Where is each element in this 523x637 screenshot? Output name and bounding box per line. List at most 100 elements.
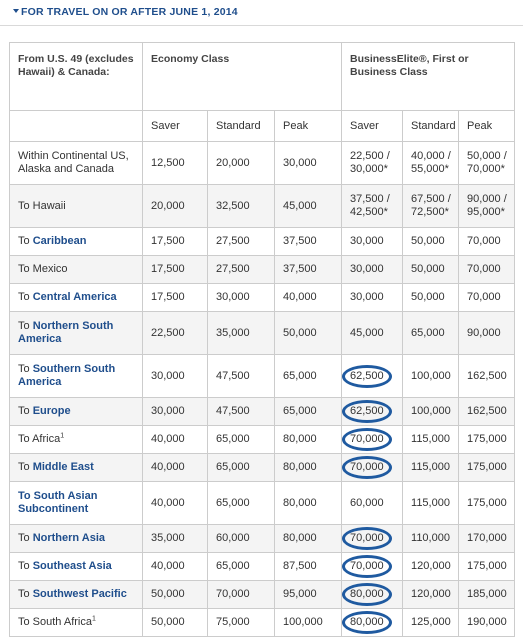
destination-cell: To Southeast Asia [9, 552, 143, 581]
mile-value: 50,000 [411, 263, 445, 275]
bus-standard-cell: 115,000 [402, 481, 460, 525]
destination-cell: To Southern South America [9, 354, 143, 398]
destination-link[interactable]: Caribbean [33, 235, 87, 247]
eco-saver-cell: 50,000 [142, 608, 208, 637]
bus-standard-cell: 50,000 [402, 227, 460, 256]
destination-label: Within Continental US, Alaska and Canada [18, 150, 129, 175]
destination-cell: To South Africa1 [9, 608, 143, 637]
sub-header: Saver [341, 110, 404, 142]
mile-value: 65,000 [411, 326, 445, 339]
destination-label: To [18, 588, 33, 600]
mile-value: 12,500 [151, 156, 185, 169]
mile-value: 65,000 [216, 461, 250, 473]
destination-cell: To Northern South America [9, 311, 143, 355]
eco-standard-cell: 60,000 [207, 524, 275, 553]
region-header: From U.S. 49 (excludes Hawaii) & Canada: [9, 42, 143, 111]
bus-peak-cell: 162,500 [458, 354, 516, 398]
mile-value: 35,000 [151, 532, 185, 544]
destination-link[interactable]: Northern Asia [33, 532, 105, 544]
bus-peak-cell: 170,000 [458, 524, 516, 553]
business-class-header: BusinessElite®, First or Business Class [341, 42, 516, 111]
bus-saver-cell: 70,000 [341, 552, 404, 581]
mile-value: 45,000 [283, 199, 317, 212]
mile-value: 37,500 [283, 263, 317, 275]
mile-value: 17,500 [151, 235, 185, 247]
destination-link[interactable]: Central America [33, 291, 117, 303]
mile-value: 175,000 [467, 496, 507, 509]
destination-link[interactable]: Southeast Asia [33, 560, 112, 572]
eco-standard-cell: 30,000 [207, 283, 275, 312]
mile-value: 80,000 [283, 532, 317, 544]
destination-link[interactable]: Middle East [33, 461, 94, 473]
table-row: Within Continental US, Alaska and Canada… [9, 141, 516, 185]
mile-value: 80,000 [283, 461, 317, 473]
mile-value: 27,500 [216, 235, 250, 247]
destination-link[interactable]: Europe [33, 405, 71, 417]
bus-peak-cell: 175,000 [458, 552, 516, 581]
mile-value: 60,000 [350, 496, 384, 509]
destination-label: To Africa [18, 433, 61, 445]
eco-standard-cell: 70,000 [207, 580, 275, 609]
mile-value: 65,000 [216, 496, 250, 509]
destination-cell: To Southwest Pacific [9, 580, 143, 609]
destination-link[interactable]: Northern South America [18, 320, 113, 345]
bus-saver-cell: 80,000 [341, 608, 404, 637]
destination-link[interactable]: To South Asian Subcontinent [18, 490, 97, 515]
mile-value: 65,000 [283, 405, 317, 417]
highlight-circle [342, 400, 393, 423]
eco-saver-cell: 30,000 [142, 354, 208, 398]
section-title: FOR TRAVEL ON OR AFTER JUNE 1, 2014 [21, 6, 238, 18]
mile-value: 50,000 [411, 235, 445, 247]
bus-saver-cell: 62,500 [341, 397, 404, 426]
section-header[interactable]: FOR TRAVEL ON OR AFTER JUNE 1, 2014 [0, 0, 523, 26]
destination-cell: Within Continental US, Alaska and Canada [9, 141, 143, 185]
bus-standard-cell: 120,000 [402, 552, 460, 581]
destination-label: To South Africa [18, 616, 92, 628]
circled-value: 70,000 [342, 527, 393, 550]
eco-saver-cell: 17,500 [142, 283, 208, 312]
circled-value: 62,500 [342, 364, 393, 388]
mile-value: 40,000 / 55,000* [411, 150, 451, 175]
mile-value: 87,500 [283, 560, 317, 572]
mile-value: 90,000 [467, 326, 501, 339]
eco-peak-cell: 37,500 [273, 227, 343, 256]
destination-label: To [18, 405, 33, 417]
mile-value: 40,000 [151, 560, 185, 572]
destination-label: To [18, 532, 33, 544]
mile-value: 70,000 [467, 263, 501, 275]
mile-value: 40,000 [151, 433, 185, 445]
bus-peak-cell: 70,000 [458, 283, 516, 312]
mile-value: 30,000 [350, 263, 384, 275]
table-row: To South Asian Subcontinent 40,000 65,000 8… [9, 481, 516, 525]
mile-value: 67,500 / 72,500* [411, 193, 451, 218]
bus-peak-cell: 70,000 [458, 227, 516, 256]
destination-cell: To Africa1 [9, 425, 143, 454]
mile-value: 162,500 [467, 405, 507, 417]
caret-down-icon [13, 9, 19, 13]
bus-standard-cell: 40,000 / 55,000* [402, 141, 460, 185]
bus-saver-cell: 62,500 [341, 354, 404, 398]
mile-value: 30,000 [350, 291, 384, 303]
table-row: To Hawaii 20,000 32,500 45,000 37,500 / 42,5… [9, 184, 516, 228]
mile-value: 115,000 [411, 433, 450, 445]
destination-link[interactable]: Southern South America [18, 363, 115, 388]
eco-standard-cell: 65,000 [207, 425, 275, 454]
bus-standard-cell: 125,000 [402, 608, 460, 637]
mile-value: 40,000 [283, 291, 317, 303]
sub-header: Peak [458, 110, 516, 142]
table-row: To Europe 30,000 47,500 65,000 62,500 100,000… [9, 397, 516, 426]
circled-value: 80,000 [342, 583, 393, 606]
eco-peak-cell: 80,000 [273, 425, 343, 454]
eco-standard-cell: 75,000 [207, 608, 275, 637]
eco-standard-cell: 32,500 [207, 184, 275, 228]
destination-label: To [18, 320, 33, 332]
destination-link[interactable]: Southwest Pacific [33, 588, 127, 600]
eco-standard-cell: 27,500 [207, 227, 275, 256]
mile-value: 30,000 [151, 405, 185, 417]
mile-value: 30,000 [216, 291, 250, 303]
mile-value: 45,000 [350, 326, 384, 339]
eco-peak-cell: 65,000 [273, 397, 343, 426]
bus-peak-cell: 185,000 [458, 580, 516, 609]
destination-label: To [18, 235, 33, 247]
destination-label: To [18, 461, 33, 473]
